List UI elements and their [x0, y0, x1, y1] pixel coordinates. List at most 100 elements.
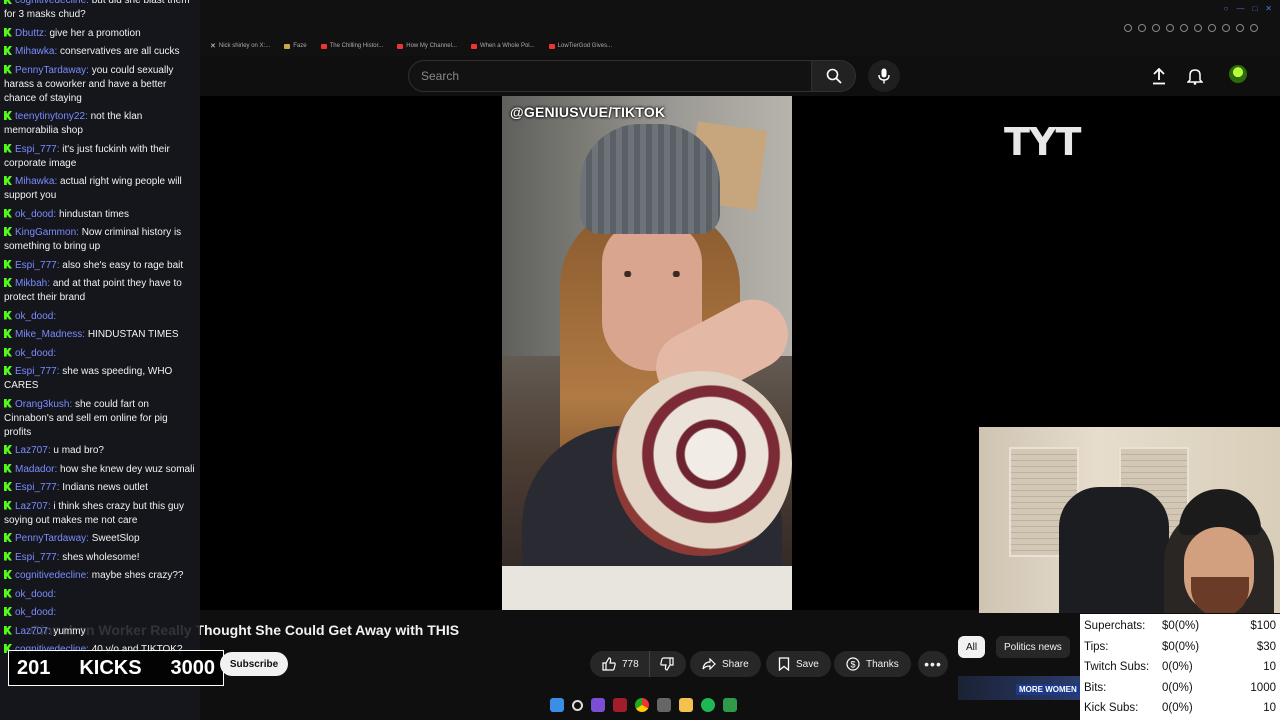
kick-badge-icon [4, 607, 12, 616]
app-icon[interactable] [723, 698, 737, 712]
svg-text:$: $ [850, 660, 855, 670]
stats-label: Tips: [1084, 640, 1109, 653]
chat-username[interactable]: KingGammon [15, 227, 76, 238]
bookmark-item[interactable]: LowTierGod Gives... [548, 40, 612, 52]
search-icon[interactable] [572, 699, 583, 711]
chat-username[interactable]: cognitivedecline [15, 570, 86, 581]
chat-username[interactable]: ok_dood [15, 589, 53, 600]
thanks-icon: $ [846, 657, 860, 671]
bookmark-item[interactable]: ✕ Nick shirley on X:... [210, 40, 270, 52]
chat-username[interactable]: Mike_Madness [15, 329, 82, 340]
extension-icon[interactable] [1236, 24, 1244, 32]
more-actions-button[interactable]: ••• [918, 651, 948, 677]
extension-icon[interactable] [1166, 24, 1174, 32]
chat-username[interactable]: Mihawka [15, 176, 54, 187]
bookmark-item[interactable]: When a Whole Pol... [470, 40, 535, 52]
chip-all[interactable]: All [958, 636, 986, 658]
x-logo-icon: ✕ [210, 43, 216, 50]
extensions-bar [1124, 24, 1258, 32]
kick-badge-icon [4, 463, 12, 473]
video-player[interactable]: @GENIUSVUE/TIKTOK [502, 96, 792, 610]
chat-username[interactable]: ok_dood [15, 348, 53, 359]
chat-separator: : [53, 607, 57, 618]
kick-badge-icon [4, 329, 12, 338]
chat-username[interactable]: Laz707 [15, 501, 48, 512]
bookmark-item[interactable]: How My Channel... [397, 40, 457, 52]
minimize-button[interactable]: — [1236, 4, 1244, 13]
chat-text: also she's easy to rage bait [62, 259, 184, 271]
chat-overlay: cognitivedecline: but did she blast them… [0, 0, 200, 720]
chat-username[interactable]: Dbuttz [15, 28, 44, 39]
extension-icon[interactable] [1138, 24, 1146, 32]
chat-message: Mihawka: conservatives are all cucks [4, 45, 196, 59]
search-button[interactable] [812, 60, 856, 92]
like-button[interactable]: 778 [590, 651, 649, 677]
stats-label: Superchats: [1084, 620, 1146, 632]
bookmark-label: Faze [293, 43, 307, 49]
chat-username[interactable]: Espi_777 [15, 260, 57, 271]
search-input[interactable] [409, 61, 811, 91]
window-controls: ○ — □ ✕ [1224, 4, 1272, 13]
extension-icon[interactable] [1250, 24, 1258, 32]
voice-search-button[interactable] [868, 60, 900, 92]
chat-username[interactable]: Mikbah [15, 278, 47, 289]
extension-icon[interactable] [1152, 24, 1160, 32]
maximize-button[interactable]: □ [1252, 4, 1257, 13]
chat-message: KingGammon: Now criminal history is some… [4, 226, 196, 254]
subscribe-button[interactable]: Subscribe [220, 652, 288, 676]
notifications-button[interactable] [1183, 64, 1207, 88]
chat-username[interactable]: Laz707 [15, 445, 48, 456]
app-icon[interactable] [591, 698, 605, 712]
folder-icon[interactable] [679, 698, 693, 712]
avatar[interactable] [1229, 65, 1247, 83]
thanks-label: Thanks [866, 658, 899, 670]
app-icon[interactable] [657, 698, 671, 712]
chat-username[interactable]: PennyTardaway [15, 65, 86, 76]
chat-username[interactable]: cognitivedecline [15, 0, 86, 6]
bookmark-item[interactable]: The Chilling Histor... [320, 40, 383, 52]
search-icon[interactable]: ○ [1224, 4, 1229, 13]
share-button[interactable]: Share [690, 651, 761, 677]
chat-username[interactable]: Laz707 [15, 626, 48, 637]
save-button[interactable]: Save [766, 651, 831, 677]
chat-username[interactable]: Orang3kush [15, 399, 69, 410]
kick-badge-icon [4, 278, 12, 287]
stats-row: Twitch Subs: 0(0%) 10 [1084, 657, 1276, 677]
kick-goal: 3000 [170, 656, 215, 679]
upload-button[interactable] [1147, 64, 1171, 88]
chat-message-list: cognitivedecline: but did she blast them… [4, 0, 196, 662]
chat-username[interactable]: Espi_777 [15, 144, 57, 155]
chat-username[interactable]: Espi_777 [15, 552, 57, 563]
chat-username[interactable]: ok_dood [15, 209, 53, 220]
chat-username[interactable]: Madador [15, 464, 54, 475]
extension-icon[interactable] [1194, 24, 1202, 32]
zoom-icon[interactable] [1124, 24, 1132, 32]
chrome-icon[interactable] [635, 698, 649, 712]
chat-username[interactable]: Mihawka [15, 46, 54, 57]
upload-icon [1153, 67, 1165, 85]
search-box [408, 60, 812, 92]
extension-icon[interactable] [1222, 24, 1230, 32]
app-icon[interactable] [613, 698, 627, 712]
chat-username[interactable]: Espi_777 [15, 366, 57, 377]
chat-message: Laz707: yummy [4, 625, 196, 639]
chat-username[interactable]: ok_dood [15, 311, 53, 322]
extension-icon[interactable] [1208, 24, 1216, 32]
bookmark-item[interactable]: Faze [284, 40, 307, 52]
bookmark-star-icon[interactable] [1180, 24, 1188, 32]
chat-message: ok_dood: hindustan times [4, 208, 196, 222]
chat-username[interactable]: PennyTardaway [15, 533, 86, 544]
spotify-icon[interactable] [701, 698, 715, 712]
dislike-button[interactable] [648, 651, 686, 677]
chat-username[interactable]: Espi_777 [15, 482, 57, 493]
kick-badge-icon [4, 588, 12, 598]
chat-message: Espi_777: Indians news outlet [4, 481, 196, 495]
thanks-button[interactable]: $ Thanks [834, 651, 911, 677]
chat-username[interactable]: teenytinytony22 [15, 111, 85, 122]
chip-politics-news[interactable]: Politics news [996, 636, 1070, 658]
windows-start-icon[interactable] [550, 698, 564, 712]
chat-username[interactable]: ok_dood [15, 607, 53, 618]
stats-label: Kick Subs: [1084, 702, 1139, 714]
close-button[interactable]: ✕ [1265, 4, 1272, 13]
chat-separator: : [53, 588, 57, 600]
